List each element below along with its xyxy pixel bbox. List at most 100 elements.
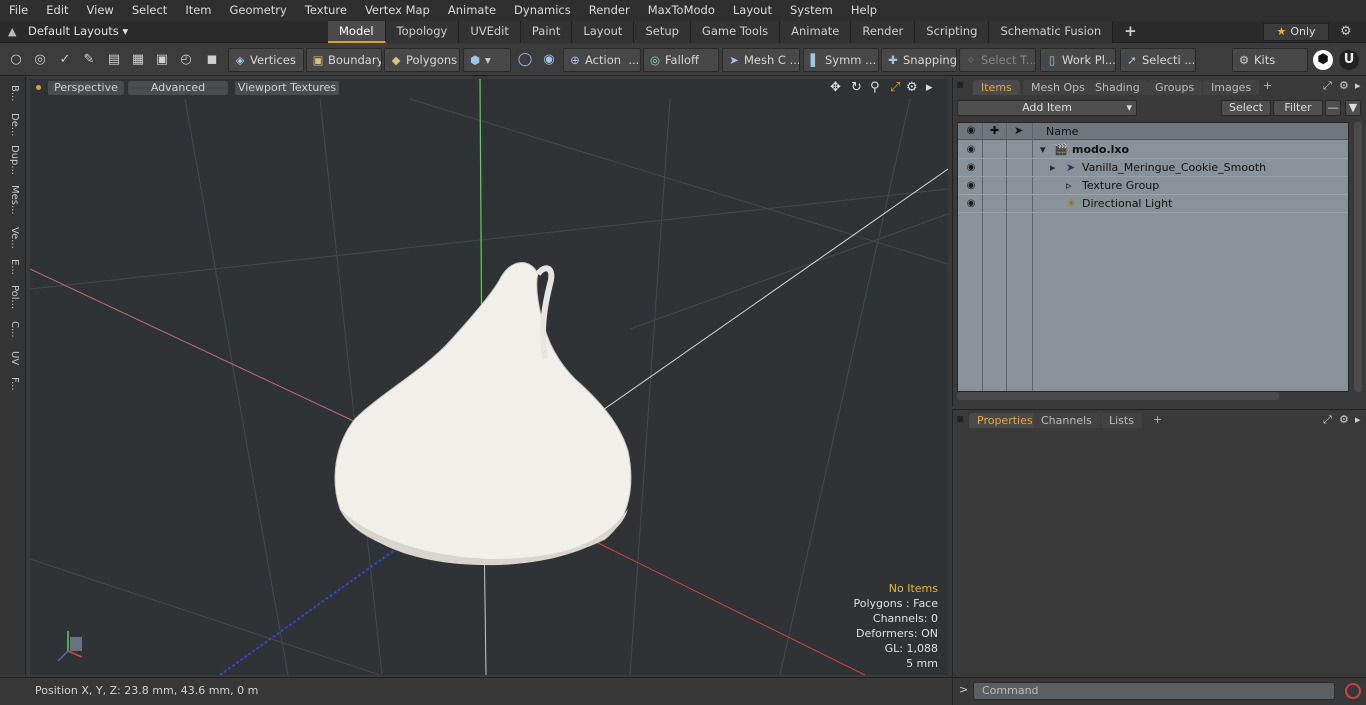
vtab-curve[interactable]: C... — [4, 321, 20, 338]
tab-mesh-ops[interactable]: Mesh Ops — [1023, 80, 1093, 95]
tab-schematic-fusion[interactable]: Schematic Fusion — [989, 21, 1114, 43]
tab-animate[interactable]: Animate — [780, 21, 852, 43]
gear-icon[interactable]: ⚙ — [1340, 24, 1352, 39]
visibility-eye-icon[interactable]: ◉ — [964, 141, 978, 159]
selection-sets-button[interactable]: ➚ Selecti ... — [1120, 48, 1196, 72]
expand-arrow-icon[interactable]: ▸ — [1050, 159, 1056, 177]
tab-images[interactable]: Images — [1203, 80, 1260, 95]
unity-icon[interactable]: ⬢ — [1313, 50, 1333, 70]
viewport-textures-button[interactable]: Viewport Textures — [235, 81, 339, 95]
tab-layout[interactable]: Layout — [572, 21, 635, 43]
panel-arrow-icon[interactable]: ▸ — [1355, 413, 1361, 426]
tab-game-tools[interactable]: Game Tools — [690, 21, 781, 43]
viewport-menu-arrow-icon[interactable]: ▸ — [926, 80, 933, 95]
tab-setup[interactable]: Setup — [634, 21, 691, 43]
panel-gear-icon[interactable]: ⚙ — [1339, 413, 1349, 426]
menu-dynamics[interactable]: Dynamics — [505, 0, 580, 21]
collapse-icon[interactable]: — — [1325, 100, 1341, 116]
add-panel-tab-icon[interactable]: + — [1263, 79, 1272, 92]
tab-paint[interactable]: Paint — [520, 21, 573, 43]
tab-render[interactable]: Render — [851, 21, 916, 43]
menu-animate[interactable]: Animate — [439, 0, 505, 21]
panel-handle-icon[interactable] — [957, 82, 963, 88]
symmetry-button[interactable]: ▌ Symm ... — [803, 48, 879, 72]
rotate-view-icon[interactable]: ↻ — [851, 80, 862, 95]
frame-icon[interactable]: ▣ — [152, 50, 172, 70]
menu-geometry[interactable]: Geometry — [221, 0, 296, 21]
name-column-header[interactable]: Name — [1046, 125, 1078, 138]
tab-channels[interactable]: Channels — [1033, 413, 1100, 428]
mesh-constraint-button[interactable]: ➤ Mesh C ... — [722, 48, 800, 72]
kits-button[interactable]: ⚙ Kits — [1232, 48, 1308, 72]
vtab-polygon[interactable]: Pol... — [4, 285, 20, 309]
viewport-settings-icon[interactable]: ⚙ — [906, 80, 918, 95]
shield-icon[interactable]: ◉ — [539, 50, 559, 70]
tab-lists[interactable]: Lists — [1101, 413, 1142, 428]
falloff-button[interactable]: ◎ Falloff — [643, 48, 719, 72]
tree-row-texture-group[interactable]: ◉ ▹ Texture Group — [958, 177, 1348, 195]
add-item-dropdown[interactable]: Add Item ▾ — [957, 100, 1137, 116]
menu-select[interactable]: Select — [123, 0, 176, 21]
symmetry-shield-icon[interactable]: ◯ — [515, 50, 535, 70]
action-center-button[interactable]: ⊕ Action ... — [563, 48, 641, 72]
clock-icon[interactable]: ◴ — [176, 50, 196, 70]
zoom-view-icon[interactable]: ⚲ — [870, 80, 880, 95]
menu-edit[interactable]: Edit — [37, 0, 77, 21]
command-input[interactable]: Command — [973, 682, 1335, 700]
layout-dropdown[interactable]: Default Layouts ▾ — [28, 24, 128, 38]
vtab-edge[interactable]: E... — [4, 259, 20, 275]
panel-expand-icon[interactable]: ⤢ — [1323, 79, 1332, 93]
record-icon[interactable] — [1345, 683, 1361, 699]
vtab-uv[interactable]: UV — [4, 351, 20, 365]
work-plane-button[interactable]: ▯ Work Pl... — [1040, 48, 1116, 72]
add-tab-button[interactable]: + — [1113, 21, 1148, 43]
maximize-view-icon[interactable]: ⤢ — [890, 80, 900, 95]
circle-select-icon[interactable]: ○ — [6, 50, 26, 70]
material-mode-button[interactable]: ⬢ ▾ — [463, 48, 511, 72]
item-tree-hscrollbar[interactable] — [957, 392, 1279, 400]
tab-uvedit[interactable]: UVEdit — [459, 21, 521, 43]
panel-arrow-icon[interactable]: ▸ — [1355, 79, 1361, 92]
menu-vertex-map[interactable]: Vertex Map — [356, 0, 439, 21]
3d-viewport[interactable]: Perspective Advanced Viewport Textures ✥… — [30, 79, 948, 675]
funnel-icon[interactable]: ▼ — [1345, 100, 1361, 116]
add-panel-tab-icon[interactable]: + — [1153, 413, 1162, 426]
globe-icon[interactable]: ◎ — [30, 50, 50, 70]
menu-maxtomodo[interactable]: MaxToModo — [639, 0, 724, 21]
tab-topology[interactable]: Topology — [385, 21, 460, 43]
align-icon[interactable]: ▤ — [104, 50, 124, 70]
menu-layout[interactable]: Layout — [724, 0, 781, 21]
panel-handle-icon[interactable] — [957, 416, 963, 422]
only-button[interactable]: ★ Only — [1263, 23, 1329, 41]
vertices-button[interactable]: ◈ Vertices — [228, 48, 304, 72]
select-through-button[interactable]: ✧ Select T... — [959, 48, 1036, 72]
item-tree-scrollbar[interactable] — [1354, 122, 1362, 392]
tab-shading[interactable]: Shading — [1087, 80, 1148, 95]
polygons-button[interactable]: ◆ Polygons — [384, 48, 460, 72]
brush-icon[interactable]: ✎ — [79, 50, 99, 70]
menu-item[interactable]: Item — [176, 0, 220, 21]
tab-groups[interactable]: Groups — [1147, 80, 1203, 95]
panel-expand-icon[interactable]: ⤢ — [1323, 413, 1332, 427]
perspective-button[interactable]: Perspective — [48, 81, 124, 95]
tab-properties[interactable]: Properties — [969, 413, 1041, 428]
panel-gear-icon[interactable]: ⚙ — [1339, 79, 1349, 92]
menu-render[interactable]: Render — [580, 0, 639, 21]
vtab-duplicate[interactable]: Dup... — [4, 145, 20, 175]
menu-texture[interactable]: Texture — [296, 0, 356, 21]
select-button[interactable]: Select — [1221, 100, 1271, 116]
tree-row-scene[interactable]: ◉ ▾ 🎬 modo.lxo — [958, 141, 1348, 159]
vtab-deform[interactable]: De... — [4, 113, 20, 136]
visibility-eye-icon[interactable]: ◉ — [964, 177, 978, 195]
expand-arrow-icon[interactable]: ▾ — [1040, 141, 1046, 159]
unreal-icon[interactable]: U — [1339, 50, 1359, 70]
menu-view[interactable]: View — [78, 0, 123, 21]
menu-system[interactable]: System — [781, 0, 842, 21]
tab-items[interactable]: Items — [973, 80, 1020, 95]
item-mode-icon[interactable]: ◼ — [202, 50, 222, 70]
grid-icon[interactable]: ▦ — [128, 50, 148, 70]
vtab-basic[interactable]: B... — [4, 85, 20, 101]
vtab-fusion[interactable]: F... — [4, 377, 20, 391]
vtab-vertex[interactable]: Ve... — [4, 227, 20, 249]
pen-icon[interactable]: ✓ — [55, 50, 75, 70]
